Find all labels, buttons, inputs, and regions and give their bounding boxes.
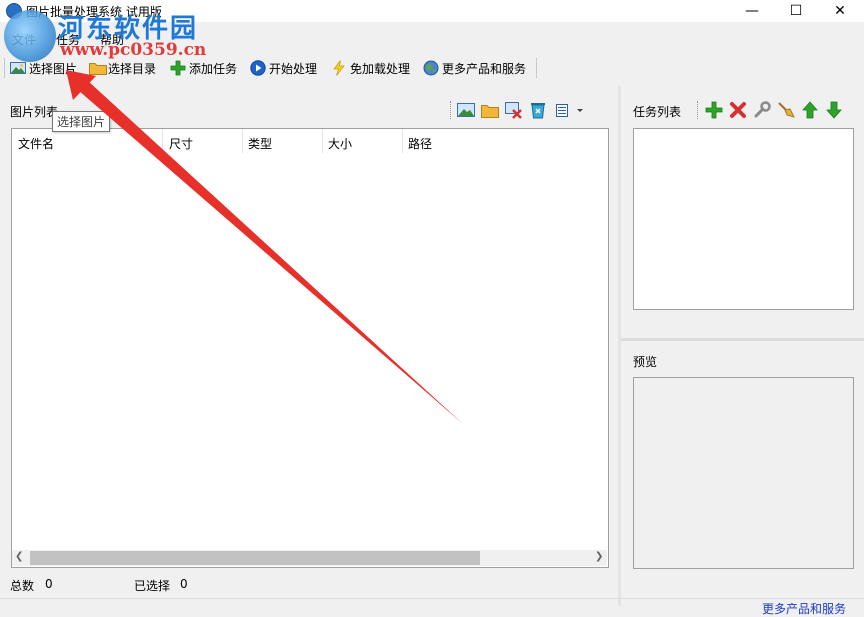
column-divider[interactable] — [242, 129, 243, 153]
direct-processing-button[interactable]: 免加载处理 — [331, 58, 410, 78]
toolbar-grip — [4, 58, 5, 78]
select-images-label: 选择图片 — [29, 61, 78, 76]
picture-icon — [10, 60, 26, 76]
panel-add-folder-icon[interactable] — [481, 101, 499, 119]
column-header-type[interactable]: 类型 — [248, 135, 272, 152]
panel-remove-image-icon[interactable] — [505, 101, 523, 119]
panel-tools-grip — [450, 101, 452, 119]
maximize-button[interactable]: ☐ — [774, 0, 818, 22]
more-products-link[interactable]: 更多产品和服务 — [762, 600, 846, 617]
direct-processing-label: 免加载处理 — [350, 61, 411, 76]
minimize-button[interactable]: — — [730, 0, 774, 22]
more-products-label: 更多产品和服务 — [442, 61, 527, 76]
column-header-path[interactable]: 路径 — [408, 135, 432, 152]
column-header-filename[interactable]: 文件名 — [18, 135, 54, 152]
close-button[interactable]: ✕ — [818, 0, 862, 22]
column-divider[interactable] — [402, 129, 403, 153]
delete-task-icon[interactable] — [729, 101, 747, 119]
scroll-left-icon[interactable]: ❮ — [15, 551, 23, 562]
horizontal-splitter[interactable] — [621, 338, 864, 341]
watermark-logo-icon — [4, 10, 56, 62]
move-up-icon[interactable] — [801, 101, 819, 119]
column-header-filesize[interactable]: 大小 — [328, 135, 352, 152]
scrollbar-thumb[interactable] — [30, 551, 480, 565]
add-task-button[interactable]: 添加任务 — [170, 58, 237, 78]
select-images-button[interactable]: 选择图片 — [10, 58, 77, 78]
select-folder-label: 选择目录 — [108, 61, 157, 76]
folder-icon — [89, 60, 107, 76]
task-tools-grip — [697, 101, 699, 119]
preview-label: 预览 — [633, 355, 658, 369]
toolbar-end-separator — [536, 58, 537, 78]
plus-icon — [170, 60, 186, 76]
total-count-value: 0 — [45, 577, 53, 591]
watermark-url: www.pc0359.cn — [60, 40, 207, 60]
column-divider[interactable] — [322, 129, 323, 153]
select-folder-button[interactable]: 选择目录 — [89, 58, 156, 78]
preview-area — [633, 377, 854, 569]
play-icon — [250, 60, 266, 76]
start-processing-button[interactable]: 开始处理 — [250, 58, 317, 78]
panel-clear-icon[interactable] — [529, 101, 547, 119]
task-list[interactable] — [633, 128, 854, 310]
column-divider[interactable] — [162, 129, 163, 153]
globe-icon — [423, 60, 439, 76]
scroll-right-icon[interactable]: ❯ — [595, 551, 603, 562]
image-list-label: 图片列表 — [10, 105, 59, 119]
panel-add-image-icon[interactable] — [457, 101, 475, 119]
add-task-icon[interactable] — [705, 101, 723, 119]
status-bar-divider — [0, 598, 864, 599]
tooltip: 选择图片 — [52, 111, 111, 132]
total-count-label: 总数 — [10, 579, 35, 593]
selected-count-value: 0 — [180, 577, 188, 591]
selected-count-label: 已选择 — [134, 579, 171, 593]
wrench-icon[interactable] — [753, 101, 771, 119]
move-down-icon[interactable] — [825, 101, 843, 119]
panel-view-dropdown[interactable] — [555, 101, 585, 119]
column-header-size[interactable]: 尺寸 — [169, 135, 193, 152]
lightning-icon — [331, 60, 347, 76]
broom-icon[interactable] — [777, 101, 795, 119]
more-products-button[interactable]: 更多产品和服务 — [423, 58, 526, 78]
image-list[interactable] — [11, 128, 609, 568]
task-list-label: 任务列表 — [633, 105, 682, 119]
add-task-label: 添加任务 — [189, 61, 238, 76]
vertical-splitter[interactable] — [618, 86, 621, 606]
start-processing-label: 开始处理 — [269, 61, 318, 76]
